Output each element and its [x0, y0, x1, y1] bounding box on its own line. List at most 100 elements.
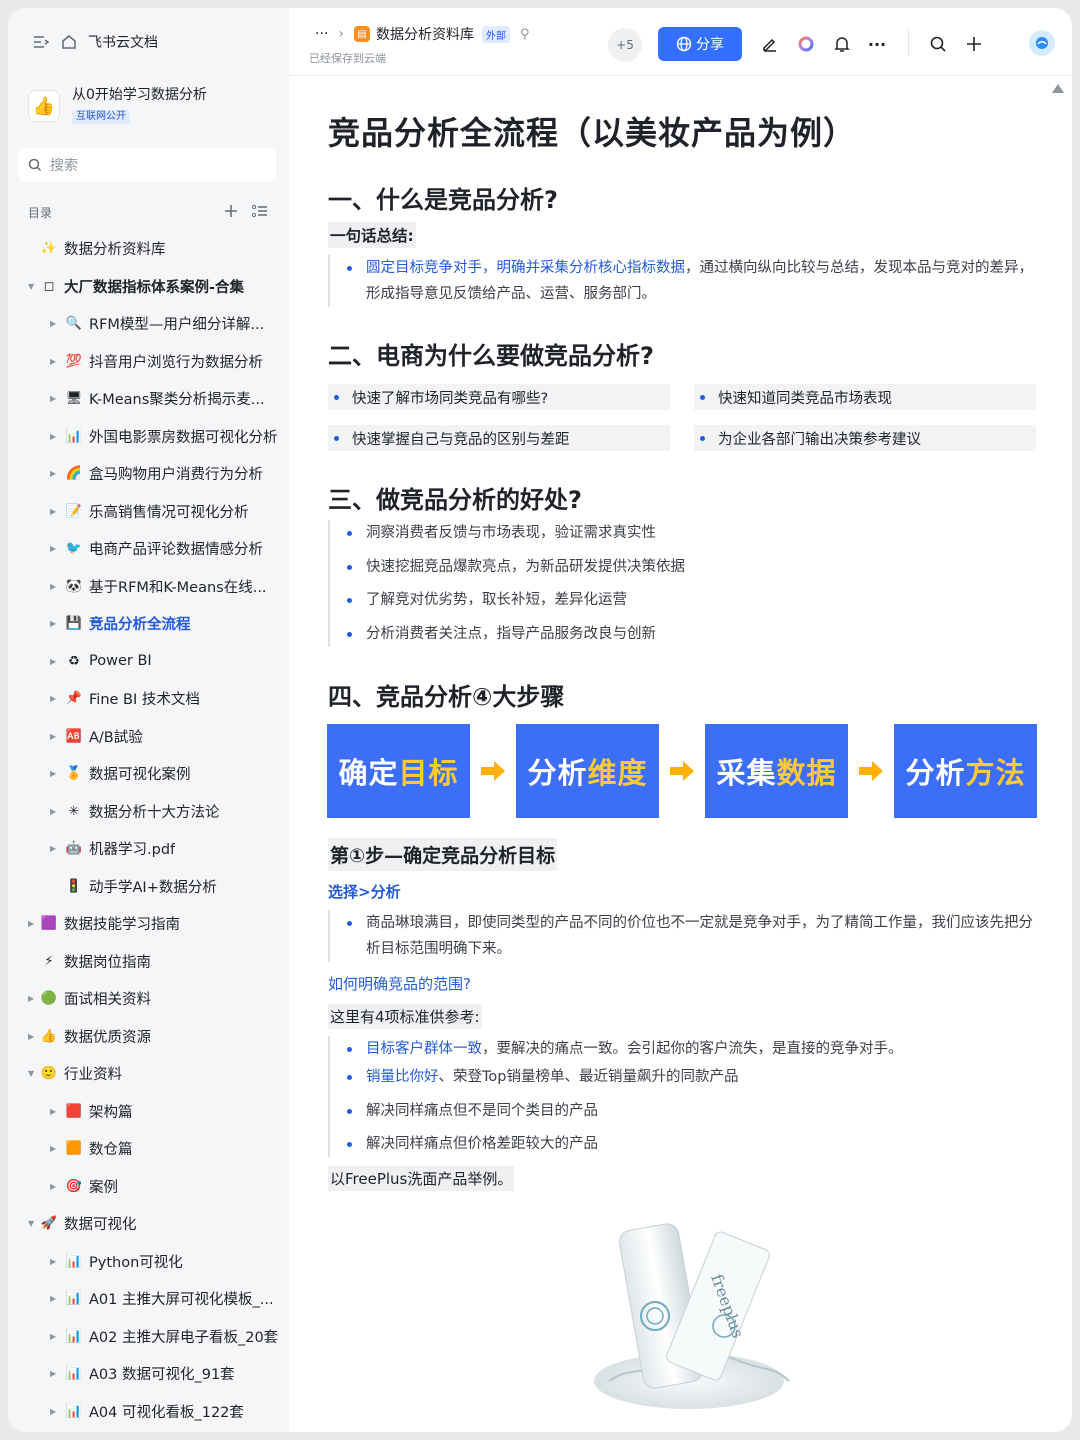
chevron-right-icon[interactable]: ▶ [28, 1032, 34, 1041]
sidebar-item[interactable]: 🚦 动手学AI+数据分析 [8, 868, 289, 906]
chevron-right-icon[interactable]: ▶ [50, 1182, 56, 1191]
avatar[interactable] [1029, 30, 1055, 56]
sidebar-item[interactable]: ▶ 💾 竞品分析全流程 [8, 605, 289, 643]
workspace-header[interactable]: 👍 从0开始学习数据分析 互联网公开 [28, 86, 207, 124]
sidebar-item[interactable]: ▶ 🟥 架构篇 [8, 1093, 289, 1131]
sidebar-item[interactable]: ▶ 📊 A03 数据可视化_91套 [8, 1355, 289, 1393]
chevron-right-icon[interactable]: ▶ [28, 919, 34, 928]
criteria-label: 这里有4项标准供参考: [328, 1004, 482, 1029]
home-label[interactable]: 飞书云文档 [88, 32, 158, 52]
sidebar-item[interactable]: ⚡ 数据岗位指南 [8, 943, 289, 981]
sidebar-item[interactable]: ▶ 🔍 RFM模型—用户细分详解... [8, 305, 289, 343]
sidebar-item[interactable]: ▶ 🏅 数据可视化案例 [8, 755, 289, 793]
sidebar-item[interactable]: ▶ 🐦 电商产品评论数据情感分析 [8, 530, 289, 568]
criteria-link[interactable]: 目标客户群体一致 [366, 1041, 482, 1057]
chevron-right-icon[interactable]: ▶ [50, 507, 56, 516]
sidebar-item[interactable]: ▶ 🟪 数据技能学习指南 [8, 905, 289, 943]
add-icon[interactable] [224, 204, 238, 221]
bell-icon[interactable] [832, 34, 852, 54]
summary-link[interactable]: 圆定目标竞争对手，明确并采集分析核心指标数据 [366, 260, 685, 276]
sidebar-item[interactable]: ▶ 🖥 K-Means聚类分析揭示麦... [8, 380, 289, 418]
sidebar-item-label: 数据岗位指南 [64, 954, 151, 971]
chevron-right-icon[interactable]: ▶ [50, 582, 56, 591]
chevron-down-icon[interactable]: ▼ [28, 1219, 34, 1228]
chevron-right-icon[interactable]: ▶ [50, 732, 56, 741]
search-input[interactable]: 搜索 [18, 148, 276, 182]
step1-heading: 第①步—确定竞品分析目标 [328, 838, 558, 871]
scroll-up-icon[interactable] [1052, 84, 1064, 93]
breadcrumb-current[interactable]: 数据分析资料库 [376, 24, 474, 44]
arrow-right-icon [470, 759, 516, 783]
pin-icon[interactable]: ⚲ [520, 27, 530, 42]
sidebar-item-label: 大厂数据指标体系案例-合集 [64, 279, 245, 296]
chevron-right-icon[interactable]: ▶ [50, 1407, 56, 1416]
medal-icon: 🏅 [65, 766, 83, 782]
chevron-right-icon[interactable]: ▶ [50, 694, 56, 703]
sidebar-item[interactable]: ▶ 👍 数据优质资源 [8, 1018, 289, 1056]
bird-icon: 🐦 [65, 541, 83, 557]
criteria-link[interactable]: 销量比你好 [366, 1069, 439, 1085]
chevron-right-icon[interactable]: ▶ [50, 1332, 56, 1341]
chevron-right-icon[interactable]: ▶ [50, 319, 56, 328]
sidebar-item-label: K-Means聚类分析揭示麦... [89, 392, 265, 409]
sidebar-item[interactable]: ▶ 📝 乐高销售情况可视化分析 [8, 493, 289, 531]
chevron-right-icon[interactable]: ▶ [50, 844, 56, 853]
chevron-right-icon[interactable]: ▶ [50, 1257, 56, 1266]
search-icon[interactable] [928, 34, 948, 54]
chevron-right-icon[interactable]: ▶ [50, 394, 56, 403]
sidebar-item[interactable]: ▼ 🚀 数据可视化 [8, 1205, 289, 1243]
sidebar-item[interactable]: ▶ ✳ 数据分析十大方法论 [8, 793, 289, 831]
sidebar-item[interactable]: ▶ 📊 A04 可视化看板_122套 [8, 1393, 289, 1431]
chevron-right-icon[interactable]: ▶ [50, 807, 56, 816]
sidebar-item[interactable]: ▶ 🎯 案例 [8, 1168, 289, 1206]
sidebar-item[interactable]: ▶ 🟢 面试相关资料 [8, 980, 289, 1018]
chevron-right-icon[interactable]: ▶ [50, 544, 56, 553]
sidebar-item[interactable]: ▶ 🟧 数仓篇 [8, 1130, 289, 1168]
more-options-button[interactable]: ··· [867, 34, 887, 54]
sidebar-item[interactable]: ▶ 📊 A02 主推大屏电子看板_20套 [8, 1318, 289, 1356]
sidebar-item[interactable]: ▶ 🌈 盒马购物用户消费行为分析 [8, 455, 289, 493]
step-analysis-method: 分析 方法 [894, 724, 1037, 818]
chevron-right-icon[interactable]: ▶ [28, 994, 34, 1003]
step1-item: 商品琳琅满目，即使同类型的产品不同的价位也不一定就是竞争对手，为了精简工作量，我… [346, 910, 1036, 962]
chevron-right-icon[interactable]: ▶ [50, 1144, 56, 1153]
share-button[interactable]: 分享 [658, 27, 742, 61]
sidebar-item[interactable]: ▶ 📊 A01 主推大屏可视化模板_... [8, 1280, 289, 1318]
collapse-sidebar-icon[interactable] [32, 33, 50, 51]
sidebar-item[interactable]: ▶ 💯 抖音用户浏览行为数据分析 [8, 343, 289, 381]
more-breadcrumb-button[interactable]: ··· [315, 26, 328, 42]
bar-chart-icon: 📊 [65, 1366, 83, 1382]
chevron-right-icon[interactable]: ▶ [50, 1107, 56, 1116]
list-settings-icon[interactable] [251, 204, 268, 221]
chevron-right-icon[interactable]: ▶ [50, 657, 56, 666]
sidebar-item[interactable]: ▶ 📊 Python可视化 [8, 1243, 289, 1281]
chevron-right-icon[interactable]: ▶ [50, 769, 56, 778]
chevron-right-icon[interactable]: ▶ [50, 469, 56, 478]
chevron-right-icon[interactable]: ▶ [50, 1369, 56, 1378]
sidebar-item[interactable]: ▶ 🐼 基于RFM和K-Means在线... [8, 568, 289, 606]
edit-icon[interactable] [760, 34, 780, 54]
sidebar-item[interactable]: ▶ ♻ Power BI [8, 643, 289, 681]
add-icon[interactable] [964, 34, 984, 54]
sidebar-item[interactable]: ✨ 数据分析资料库 [8, 230, 289, 268]
collaborators-count[interactable]: +5 [608, 28, 642, 62]
sidebar-item[interactable]: ▶ 📊 外国电影票房数据可视化分析 [8, 418, 289, 456]
magnifier-icon: 🔍 [65, 316, 83, 332]
search-placeholder: 搜索 [50, 158, 78, 174]
ai-assistant-icon[interactable] [796, 34, 816, 54]
chevron-right-icon[interactable]: ▶ [50, 619, 56, 628]
sidebar-item[interactable]: ▶ 🤖 机器学习.pdf [8, 830, 289, 868]
chevron-right-icon[interactable]: ▶ [50, 432, 56, 441]
chevron-down-icon[interactable]: ▼ [28, 1069, 34, 1078]
chevron-right-icon[interactable]: ▶ [50, 1294, 56, 1303]
chevron-down-icon[interactable]: ▼ [28, 282, 34, 291]
sidebar-item[interactable]: ▶ 📌 Fine BI 技术文档 [8, 680, 289, 718]
chevron-right-icon[interactable]: ▶ [50, 357, 56, 366]
sidebar-item[interactable]: ▼ 🙂 行业资料 [8, 1055, 289, 1093]
sidebar-item[interactable]: ▶ 🆎 A/B試验 [8, 718, 289, 756]
sidebar-item[interactable]: ▼ ◻ 大厂数据指标体系案例-合集 [8, 268, 289, 306]
bar-chart-icon: 📊 [65, 1253, 83, 1269]
thumbs-up-icon: 👍 [28, 90, 60, 122]
benefits-quote: 洞察消费者反馈与市场表现，验证需求真实性 快速挖掘竞品爆款亮点，为新品研发提供决… [328, 520, 1036, 647]
home-icon[interactable] [60, 33, 78, 51]
